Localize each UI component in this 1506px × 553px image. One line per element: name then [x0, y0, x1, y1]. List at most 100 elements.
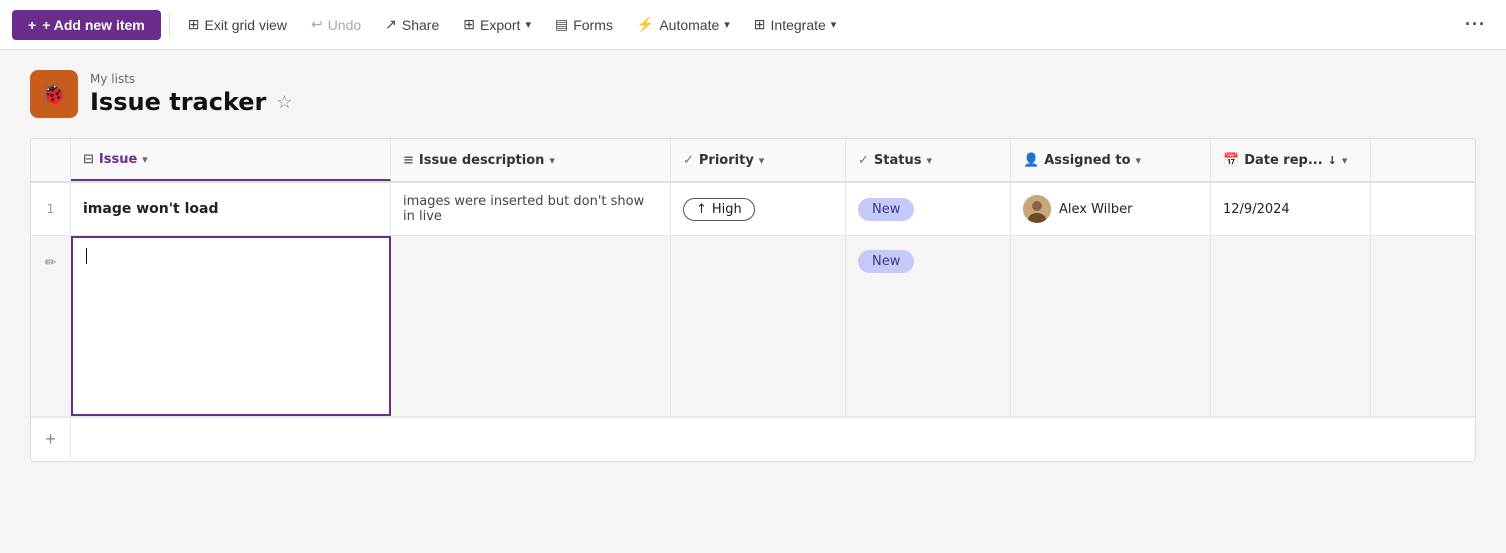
data-grid: ⊟ Issue ▾ ≡ Issue description ▾ ✓ Priori…	[30, 138, 1476, 462]
list-header: 🐞 My lists Issue tracker ☆	[30, 70, 1476, 118]
export-label: Export	[480, 17, 520, 33]
priority-col-label: Priority	[699, 153, 754, 168]
avatar-1	[1023, 195, 1051, 223]
date-value-1: 12/9/2024	[1223, 202, 1290, 217]
add-row-plus-icon: +	[45, 429, 56, 449]
export-icon: ⊞	[463, 16, 475, 33]
toolbar: + + Add new item ⊞ Exit grid view ↩ Undo…	[0, 0, 1506, 50]
integrate-chevron-icon: ▾	[831, 18, 837, 31]
row-edit-button[interactable]: ✏	[37, 248, 65, 277]
status-badge-1: New	[858, 198, 914, 221]
add-new-item-button[interactable]: + + Add new item	[12, 10, 161, 40]
issue-col-icon: ⊟	[83, 152, 94, 167]
toolbar-divider	[169, 13, 170, 37]
status-value-1: New	[872, 202, 900, 217]
export-chevron-icon: ▾	[525, 18, 531, 31]
date-col-label: Date rep...	[1244, 153, 1322, 168]
issue-col-chevron-icon: ▾	[142, 153, 148, 166]
new-assignee-cell[interactable]	[1011, 236, 1211, 416]
date-col-icon: 📅	[1223, 153, 1239, 168]
desc-col-chevron-icon: ▾	[549, 154, 555, 167]
automate-icon: ⚡	[637, 16, 654, 33]
automate-button[interactable]: ⚡ Automate ▾	[627, 10, 740, 39]
forms-label: Forms	[573, 17, 613, 33]
assignee-cell-1[interactable]: Alex Wilber	[1011, 183, 1211, 235]
priority-col-icon: ✓	[683, 153, 694, 168]
new-status-badge: New	[858, 250, 914, 273]
assigned-col-chevron-icon: ▾	[1136, 154, 1142, 167]
plus-icon: +	[28, 17, 36, 33]
share-button[interactable]: ↗ Share	[375, 10, 449, 39]
grid-icon: ⊞	[188, 16, 200, 33]
exit-grid-label: Exit grid view	[204, 17, 286, 33]
automate-chevron-icon: ▾	[724, 18, 730, 31]
new-issue-input-cell[interactable]	[71, 236, 391, 416]
add-row-cell: +	[31, 418, 71, 461]
forms-button[interactable]: ▤ Forms	[545, 10, 623, 39]
status-col-label: Status	[874, 153, 922, 168]
desc-col-icon: ≡	[403, 153, 414, 168]
share-icon: ↗	[385, 16, 397, 33]
priority-col-chevron-icon: ▾	[759, 154, 765, 167]
integrate-label: Integrate	[771, 17, 826, 33]
page-content: 🐞 My lists Issue tracker ☆ ⊟ Issue ▾ ≡	[0, 50, 1506, 553]
priority-badge-1: ↑ High	[683, 198, 755, 221]
assigned-col-icon: 👤	[1023, 153, 1039, 168]
priority-up-arrow-icon: ↑	[696, 202, 707, 217]
more-options-button[interactable]: ···	[1457, 8, 1494, 41]
priority-cell-1[interactable]: ↑ High	[671, 183, 846, 235]
date-cell-1[interactable]: 12/9/2024	[1211, 183, 1371, 235]
star-button[interactable]: ☆	[274, 90, 294, 115]
col-header-issue[interactable]: ⊟ Issue ▾	[71, 139, 391, 181]
export-button[interactable]: ⊞ Export ▾	[453, 10, 541, 39]
list-title-row: Issue tracker ☆	[90, 88, 295, 116]
table-row: 1 image won't load images were inserted …	[31, 183, 1475, 236]
date-col-sort-icon: ↓	[1328, 154, 1337, 167]
new-row-action: ✏	[31, 236, 71, 416]
assignee-name-1: Alex Wilber	[1059, 202, 1133, 217]
forms-icon: ▤	[555, 16, 568, 33]
col-header-issue-desc[interactable]: ≡ Issue description ▾	[391, 139, 671, 181]
share-label: Share	[402, 17, 439, 33]
desc-cell-1[interactable]: images were inserted but don't show in l…	[391, 183, 671, 235]
col-header-priority[interactable]: ✓ Priority ▾	[671, 139, 846, 181]
new-desc-cell[interactable]	[391, 236, 671, 416]
new-priority-cell[interactable]	[671, 236, 846, 416]
desc-col-label: Issue description	[419, 153, 545, 168]
col-header-assigned-to[interactable]: 👤 Assigned to ▾	[1011, 139, 1211, 181]
star-icon: ☆	[276, 92, 292, 112]
col-header-date[interactable]: 📅 Date rep... ↓ ▾	[1211, 139, 1371, 181]
new-item-row: ✏ New	[31, 236, 1475, 417]
more-icon: ···	[1465, 14, 1486, 34]
list-icon: 🐞	[30, 70, 78, 118]
new-date-cell[interactable]	[1211, 236, 1371, 416]
integrate-icon: ⊞	[754, 16, 766, 33]
status-col-icon: ✓	[858, 153, 869, 168]
automate-label: Automate	[659, 17, 719, 33]
col-header-row-num	[31, 139, 71, 181]
new-status-cell[interactable]: New	[846, 236, 1011, 416]
add-new-label: + Add new item	[42, 17, 145, 33]
date-col-chevron-icon: ▾	[1342, 154, 1348, 167]
issue-cell-1[interactable]: image won't load	[71, 183, 391, 235]
breadcrumb: My lists	[90, 72, 295, 86]
exit-grid-view-button[interactable]: ⊞ Exit grid view	[178, 10, 297, 39]
page-title: Issue tracker	[90, 88, 266, 116]
integrate-button[interactable]: ⊞ Integrate ▾	[744, 10, 847, 39]
undo-label: Undo	[328, 17, 361, 33]
issue-col-label: Issue	[99, 152, 137, 167]
add-row-button[interactable]: +	[37, 423, 64, 456]
list-title-area: My lists Issue tracker ☆	[90, 72, 295, 116]
undo-button[interactable]: ↩ Undo	[301, 10, 371, 39]
new-status-value: New	[872, 254, 900, 269]
status-col-chevron-icon: ▾	[926, 154, 932, 167]
add-row-area: +	[31, 417, 1475, 461]
status-cell-1[interactable]: New	[846, 183, 1011, 235]
assignee-wrapper-1: Alex Wilber	[1023, 195, 1133, 223]
row-number-1: 1	[31, 183, 71, 235]
priority-value-1: High	[712, 202, 742, 217]
text-cursor	[86, 248, 87, 264]
grid-header: ⊟ Issue ▾ ≡ Issue description ▾ ✓ Priori…	[31, 139, 1475, 183]
bug-icon: 🐞	[40, 82, 67, 107]
col-header-status[interactable]: ✓ Status ▾	[846, 139, 1011, 181]
